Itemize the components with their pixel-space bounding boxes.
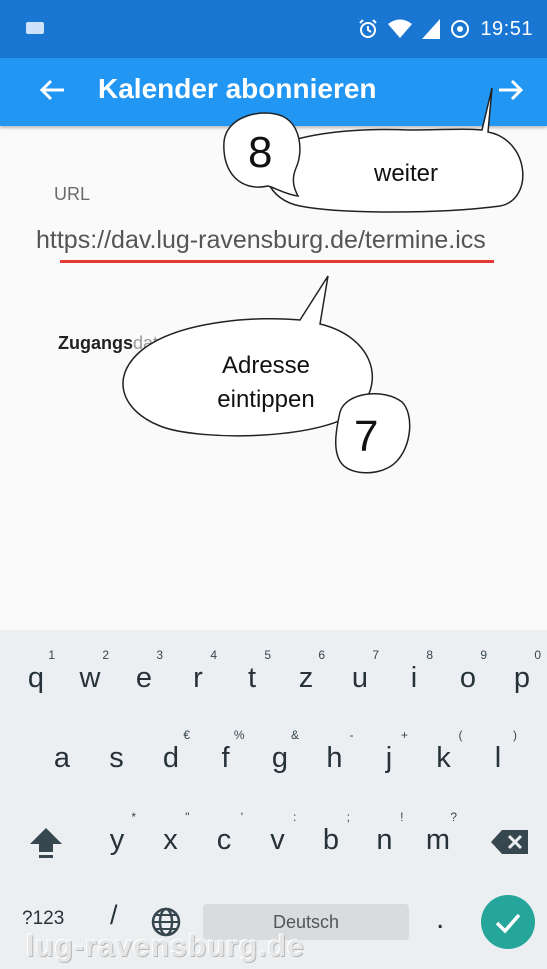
key-hint: : — [293, 810, 297, 824]
symbols-key[interactable]: ?123 — [22, 908, 64, 930]
key-label: z — [298, 662, 314, 694]
key-hint: 3 — [156, 648, 163, 662]
key-label: q — [27, 662, 45, 694]
key-hint: 2 — [102, 648, 109, 662]
key-m[interactable]: ? m — [413, 810, 463, 857]
key-d[interactable]: € d — [146, 728, 196, 775]
key-hint: ) — [513, 728, 517, 742]
key-u[interactable]: 7u — [335, 648, 385, 695]
key-w[interactable]: 2w — [65, 648, 115, 695]
key-label: v — [270, 824, 285, 856]
key-b[interactable]: ; b — [306, 810, 356, 857]
key-label: n — [376, 824, 393, 856]
key-hint: % — [233, 728, 245, 742]
key-label: r — [193, 662, 203, 694]
key-n[interactable]: ! n — [360, 810, 410, 857]
key-e[interactable]: 3e — [119, 648, 169, 695]
key-label: w — [79, 662, 101, 694]
backspace-icon — [491, 830, 528, 854]
key-hint: 5 — [264, 648, 271, 662]
key-hint: ? — [450, 810, 457, 824]
shift-key[interactable] — [26, 822, 66, 862]
key-c[interactable]: ' c — [199, 810, 249, 857]
key-hint: & — [290, 728, 299, 742]
key-a[interactable]: a — [37, 742, 87, 775]
key-label: l — [494, 742, 502, 774]
key-label: g — [271, 742, 289, 774]
key-x[interactable]: " x — [146, 810, 196, 857]
key-p[interactable]: 0p — [497, 648, 547, 695]
key-i[interactable]: 8i — [389, 648, 439, 695]
key-label: o — [459, 662, 477, 694]
key-hint: € — [183, 728, 190, 742]
key-hint: 9 — [480, 648, 487, 662]
key-label: b — [322, 824, 340, 856]
key-hint: 0 — [534, 648, 541, 662]
key-label: e — [135, 662, 153, 694]
key-r[interactable]: 4r — [173, 648, 223, 695]
key-g[interactable]: & g — [255, 728, 305, 775]
key-label: t — [247, 662, 257, 694]
key-hint: ! — [400, 810, 404, 824]
key-hint: 1 — [48, 648, 55, 662]
checkmark-icon — [495, 913, 521, 934]
key-label: j — [385, 742, 393, 774]
backspace-key[interactable] — [490, 828, 530, 856]
key-hint: ( — [458, 728, 463, 742]
key-f[interactable]: % f — [201, 728, 251, 775]
key-hint: 6 — [318, 648, 325, 662]
key-hint: * — [131, 810, 136, 824]
key-hint: 4 — [210, 648, 217, 662]
key-t[interactable]: 5t — [227, 648, 277, 695]
period-key[interactable]: . — [436, 902, 444, 936]
key-label: f — [221, 742, 230, 774]
key-y[interactable]: * y — [92, 810, 142, 857]
weiter-bubble — [264, 87, 524, 213]
address-text-line1: Adresse — [221, 352, 311, 379]
key-label: i — [410, 662, 418, 694]
key-hint: - — [349, 728, 354, 742]
step-number-8: 8 — [248, 128, 273, 177]
key-label: d — [162, 742, 180, 774]
key-label: p — [513, 662, 531, 694]
key-label: s — [109, 742, 124, 774]
shift-icon — [30, 828, 62, 858]
step-number-7: 7 — [354, 412, 379, 461]
key-label: a — [53, 742, 71, 774]
key-hint: + — [400, 728, 408, 742]
key-j[interactable]: + j — [364, 728, 414, 775]
address-text-line2: eintippen — [217, 386, 315, 413]
key-hint: ; — [346, 810, 350, 824]
weiter-text: weiter — [373, 160, 439, 187]
key-h[interactable]: -h — [310, 728, 360, 775]
key-label: c — [216, 824, 232, 856]
key-l[interactable]: ) l — [473, 728, 523, 775]
key-label: k — [436, 742, 451, 774]
key-label: m — [425, 824, 451, 856]
key-v[interactable]: :v — [253, 810, 303, 857]
enter-key[interactable] — [481, 895, 535, 949]
key-k[interactable]: (k — [419, 728, 469, 775]
key-q[interactable]: 1q — [11, 648, 61, 695]
key-label: x — [163, 824, 178, 856]
key-z[interactable]: 6z — [281, 648, 331, 695]
key-hint: " — [185, 810, 190, 824]
key-s[interactable]: s — [92, 742, 142, 775]
key-label: y — [109, 824, 125, 856]
key-hint: ' — [240, 810, 243, 824]
key-label: u — [351, 662, 369, 694]
key-o[interactable]: 9o — [443, 648, 493, 695]
key-label: h — [326, 742, 343, 774]
key-hint: 8 — [426, 648, 433, 662]
slash-key[interactable]: / — [110, 900, 118, 931]
key-hint: 7 — [372, 648, 379, 662]
watermark: lug-ravensburg.de — [26, 930, 305, 963]
